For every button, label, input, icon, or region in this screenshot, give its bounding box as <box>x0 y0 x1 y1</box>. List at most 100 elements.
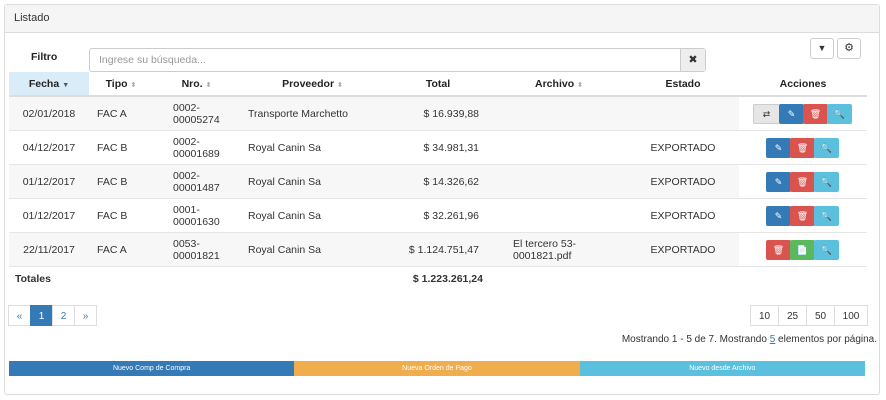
trash-icon: 🗑 <box>796 176 809 187</box>
column-header-nro[interactable]: Nro. ⬍ <box>153 72 240 97</box>
view-button[interactable]: 🔍 <box>814 171 839 192</box>
settings-button[interactable]: ⚙ <box>837 38 861 59</box>
pagination-prev[interactable]: « <box>8 305 31 326</box>
trash-icon: 🗑 <box>809 108 822 119</box>
column-header-acciones: Acciones <box>739 72 867 97</box>
cell-nro: 0002-00005274 <box>153 96 240 131</box>
filter-button[interactable]: ▼ <box>810 38 834 59</box>
cell-archivo <box>491 164 627 199</box>
totals-row: Totales $ 1.223.261,24 <box>9 267 867 292</box>
pagination: « 1 2 » <box>8 305 97 326</box>
cell-acciones: 🗑 📄 🔍 <box>739 232 867 267</box>
page-size-50[interactable]: 50 <box>806 305 835 326</box>
new-purchase-voucher-button[interactable]: Nuevo Comp de Compra <box>9 361 295 376</box>
cell-archivo <box>491 198 627 233</box>
view-button[interactable]: 🔍 <box>827 103 852 124</box>
delete-button[interactable]: 🗑 <box>790 205 815 226</box>
cell-tipo: FAC B <box>89 130 153 165</box>
new-payment-order-button[interactable]: Nueva Orden de Pago <box>294 361 580 376</box>
table-row[interactable]: 04/12/2017 FAC B 0002-00001689 Royal Can… <box>9 130 867 165</box>
cell-proveedor: Royal Canin Sa <box>240 198 385 233</box>
cell-acciones: ⇄ ✎ 🗑 🔍 <box>739 96 867 131</box>
table-row[interactable]: 02/01/2018 FAC A 0002-00005274 Transport… <box>9 96 867 131</box>
transfer-button[interactable]: ⇄ <box>753 103 780 124</box>
pagination-next[interactable]: » <box>74 305 97 326</box>
pencil-icon: ✎ <box>774 142 783 153</box>
table-row[interactable]: 22/11/2017 FAC A 0053-00001821 Royal Can… <box>9 232 867 267</box>
pagination-page-1[interactable]: 1 <box>30 305 53 326</box>
cell-estado: EXPORTADO <box>627 232 739 267</box>
comprobantes-table: Fecha ▼ Tipo ⬍ Nro. ⬍ Proveedor ⬍ Total Arch… <box>9 72 867 291</box>
cell-estado: EXPORTADO <box>627 164 739 199</box>
cell-total: $ 14.326,62 <box>385 164 491 199</box>
cell-proveedor: Royal Canin Sa <box>240 232 385 267</box>
cell-total: $ 16.939,88 <box>385 96 491 131</box>
table-row[interactable]: 01/12/2017 FAC B 0002-00001487 Royal Can… <box>9 164 867 199</box>
totals-label: Totales <box>15 273 51 285</box>
pencil-icon: ✎ <box>774 176 783 187</box>
sort-icon: ⬍ <box>577 81 583 89</box>
view-button[interactable]: 🔍 <box>814 205 839 226</box>
delete-button[interactable]: 🗑 <box>790 171 815 192</box>
cell-estado: EXPORTADO <box>627 198 739 233</box>
pdf-button[interactable]: 📄 <box>790 239 815 260</box>
cell-nro: 0002-00001689 <box>153 130 240 165</box>
cell-acciones: ✎ 🗑 🔍 <box>739 198 867 233</box>
filter-label: Filtro <box>31 51 58 63</box>
cell-acciones: ✎ 🗑 🔍 <box>739 164 867 199</box>
new-from-file-button[interactable]: Nuevo desde Archivo <box>579 361 865 376</box>
view-button[interactable]: 🔍 <box>814 239 839 260</box>
column-header-estado: Estado <box>627 72 739 97</box>
totals-value: $ 1.223.261,24 <box>412 273 483 285</box>
search-icon: 🔍 <box>820 244 833 255</box>
delete-button[interactable]: 🗑 <box>790 137 815 158</box>
page-size-100[interactable]: 100 <box>834 305 868 326</box>
cell-estado: EXPORTADO <box>627 130 739 165</box>
edit-button[interactable]: ✎ <box>766 137 791 158</box>
pagination-page-2[interactable]: 2 <box>52 305 75 326</box>
close-icon: ✖ <box>688 54 698 66</box>
cell-fecha: 02/01/2018 <box>9 96 89 131</box>
cell-fecha: 22/11/2017 <box>9 232 89 267</box>
search-icon: 🔍 <box>820 210 833 221</box>
transfer-icon: ⇄ <box>762 108 771 119</box>
column-header-fecha[interactable]: Fecha ▼ <box>9 72 89 97</box>
cell-total: $ 34.981,31 <box>385 130 491 165</box>
cell-total: $ 32.261,96 <box>385 198 491 233</box>
pagination-info: Mostrando 1 - 5 de 7. Mostrando 5 elemen… <box>621 334 877 345</box>
page-size-10[interactable]: 10 <box>750 305 779 326</box>
table-row[interactable]: 01/12/2017 FAC B 0001-00001630 Royal Can… <box>9 198 867 233</box>
cell-tipo: FAC A <box>89 232 153 267</box>
edit-button[interactable]: ✎ <box>766 205 791 226</box>
column-header-total: Total <box>385 72 491 97</box>
cell-proveedor: Royal Canin Sa <box>240 164 385 199</box>
page-size-25[interactable]: 25 <box>778 305 807 326</box>
edit-button[interactable]: ✎ <box>766 171 791 192</box>
edit-button[interactable]: ✎ <box>779 103 804 124</box>
cell-acciones: ✎ 🗑 🔍 <box>739 130 867 165</box>
column-header-archivo[interactable]: Archivo ⬍ <box>491 72 627 97</box>
view-button[interactable]: 🔍 <box>814 137 839 158</box>
delete-button[interactable]: 🗑 <box>766 239 791 260</box>
panel-title: Listado <box>5 5 879 33</box>
cell-fecha: 01/12/2017 <box>9 164 89 199</box>
cell-total: $ 1.124.751,47 <box>385 232 491 267</box>
pdf-file-icon: 📄 <box>796 244 809 255</box>
pencil-icon: ✎ <box>774 210 783 221</box>
filter-icon: ▼ <box>817 43 827 53</box>
cell-archivo: El tercero 53-0001821.pdf <box>491 232 627 267</box>
sort-icon: ⬍ <box>337 81 343 89</box>
search-icon: 🔍 <box>820 142 833 153</box>
sort-icon: ⬍ <box>205 81 212 89</box>
pencil-icon: ✎ <box>787 108 796 119</box>
search-input[interactable] <box>90 49 680 71</box>
clear-search-button[interactable]: ✖ <box>680 49 705 71</box>
sort-desc-icon: ▼ <box>62 81 70 89</box>
column-header-tipo[interactable]: Tipo ⬍ <box>89 72 153 97</box>
trash-icon: 🗑 <box>796 142 809 153</box>
delete-button[interactable]: 🗑 <box>803 103 828 124</box>
cell-nro: 0002-00001487 <box>153 164 240 199</box>
cell-nro: 0053-00001821 <box>153 232 240 267</box>
cell-tipo: FAC B <box>89 198 153 233</box>
column-header-proveedor[interactable]: Proveedor ⬍ <box>240 72 385 97</box>
